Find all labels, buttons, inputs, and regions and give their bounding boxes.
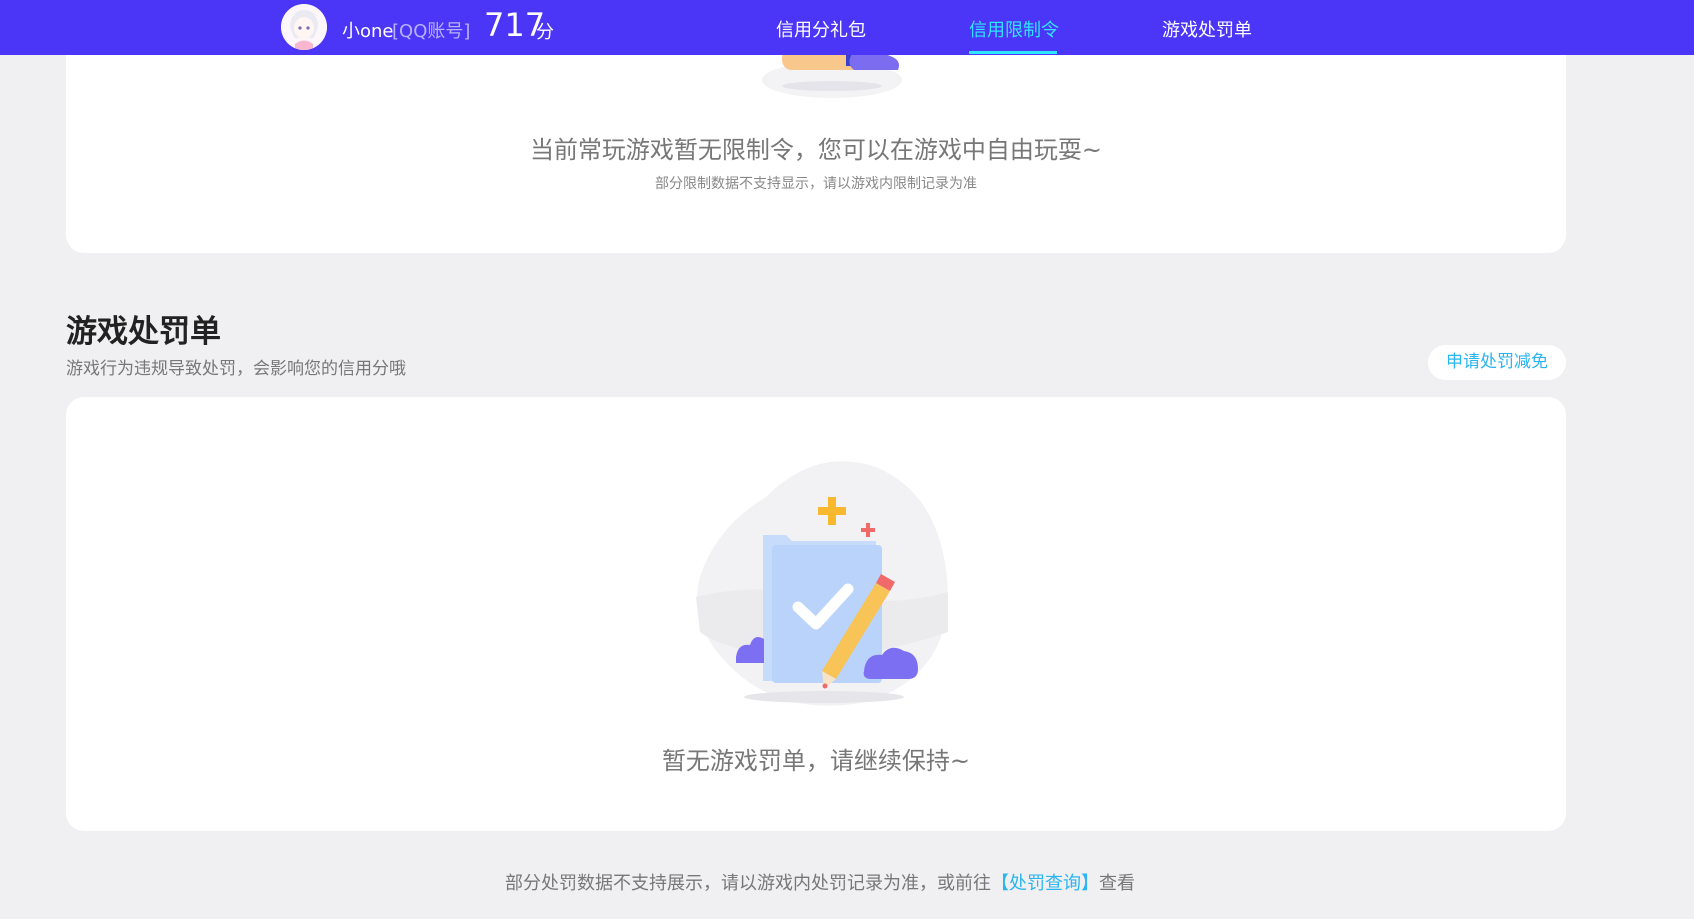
section-description: 游戏行为违规导致处罚，会影响您的信用分哦 (66, 359, 406, 379)
footer-text-suffix: 查看 (1099, 873, 1135, 894)
penalty-query-link[interactable]: 【处罚查询】 (991, 873, 1099, 894)
top-nav-bar: 小one [QQ账号] 717 分 信用分礼包 信用限制令 游戏处罚单 (0, 0, 1694, 55)
nav-tab-credit-restriction[interactable]: 信用限制令 (969, 16, 1059, 42)
empty-penalty-illustration (696, 461, 948, 706)
footer-text: 部分处罚数据不支持展示，请以游戏内处罚记录为准，或前往 (505, 873, 991, 894)
active-tab-underline (969, 51, 1057, 54)
penalty-footer-note: 部分处罚数据不支持展示，请以游戏内处罚记录为准，或前往【处罚查询】查看 (0, 869, 1640, 895)
nav-tab-game-penalty[interactable]: 游戏处罚单 (1162, 16, 1252, 42)
user-nickname: 小one (342, 21, 394, 42)
user-avatar[interactable] (281, 4, 327, 50)
apply-penalty-reduction-button[interactable]: 申请处罚减免 (1428, 345, 1566, 380)
no-penalty-message: 暂无游戏罚单，请继续保持~ (661, 747, 971, 775)
no-restriction-message: 当前常玩游戏暂无限制令，您可以在游戏中自由玩耍~ (529, 136, 1103, 164)
nav-tab-credit-gift[interactable]: 信用分礼包 (776, 16, 866, 42)
penalty-card: 暂无游戏罚单，请继续保持~ (66, 397, 1566, 831)
section-title: 游戏处罚单 (66, 314, 221, 350)
account-type: [QQ账号] (392, 21, 471, 42)
avatar-image (281, 4, 327, 50)
credit-score-unit: 分 (536, 22, 554, 43)
restriction-note: 部分限制数据不支持显示，请以游戏内限制记录为准 (655, 176, 977, 192)
